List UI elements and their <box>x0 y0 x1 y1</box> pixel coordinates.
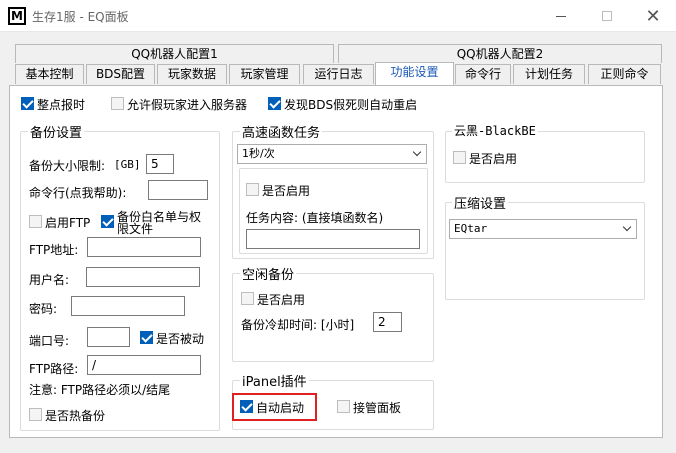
hourly-broadcast-checkbox[interactable] <box>21 97 34 110</box>
compression-title: 压缩设置 <box>452 193 509 212</box>
size-limit-input[interactable]: 5 <box>146 154 174 174</box>
compression-group <box>445 202 645 300</box>
chevron-down-icon <box>412 147 422 157</box>
fast-function-enable-checkbox[interactable] <box>246 183 259 196</box>
fast-function-enable-label: 是否启用 <box>262 184 311 198</box>
compression-dropdown[interactable]: EQtar <box>449 219 637 239</box>
size-unit-label: [GB] <box>114 158 141 171</box>
password-label: 密码: <box>29 302 58 316</box>
ftp-address-input[interactable] <box>87 237 201 257</box>
ipanel-auto-start-label: 自动启动 <box>256 401 305 415</box>
blackbe-enable-checkbox[interactable] <box>453 151 466 164</box>
command-line-help-label[interactable]: 命令行(点我帮助): <box>29 184 126 201</box>
backup-whitelist-label-2: 限文件 <box>117 222 154 236</box>
enable-ftp-label: 启用FTP <box>45 216 91 230</box>
ipanel-take-over-checkbox[interactable] <box>337 400 350 413</box>
task-content-input[interactable] <box>246 229 420 249</box>
backup-settings-title: 备份设置 <box>28 122 85 141</box>
compression-value: EQtar <box>454 222 488 235</box>
allow-fake-players-label: 允许假玩家进入服务器 <box>127 98 248 112</box>
ftp-path-note: 注意: FTP路径必须以/结尾 <box>29 383 171 397</box>
backup-whitelist-checkbox[interactable] <box>101 215 114 228</box>
idle-backup-enable-label: 是否启用 <box>257 293 306 307</box>
hot-backup-checkbox[interactable] <box>29 408 42 421</box>
port-input[interactable] <box>87 327 130 347</box>
auto-restart-label: 发现BDS假死则自动重启 <box>284 98 418 112</box>
enable-ftp-checkbox[interactable] <box>29 215 42 228</box>
auto-restart-checkbox[interactable] <box>268 97 281 110</box>
cooldown-label: 备份冷却时间: [小时] <box>241 318 355 332</box>
port-label: 端口号: <box>29 334 70 348</box>
command-line-input[interactable] <box>148 180 208 200</box>
idle-backup-title: 空闲备份 <box>240 264 297 283</box>
task-content-label: 任务内容: (直接填函数名) <box>246 211 384 225</box>
idle-backup-enable-checkbox[interactable] <box>241 292 254 305</box>
hot-backup-label: 是否热备份 <box>45 409 106 423</box>
hourly-broadcast-label: 整点报时 <box>37 98 86 112</box>
interval-dropdown[interactable]: 1秒/次 <box>237 144 427 164</box>
size-limit-label: 备份大小限制: <box>29 159 106 173</box>
blackbe-title: 云黑-BlackBE <box>452 122 538 139</box>
passive-mode-checkbox[interactable] <box>140 331 153 344</box>
ipanel-title: iPanel插件 <box>240 371 309 390</box>
ftp-path-label: FTP路径: <box>29 362 79 376</box>
ftp-path-input[interactable]: / <box>87 355 201 375</box>
ipanel-take-over-label: 接管面板 <box>353 401 402 415</box>
allow-fake-players-checkbox[interactable] <box>111 97 124 110</box>
username-input[interactable] <box>86 267 200 287</box>
interval-value: 1秒/次 <box>242 147 275 160</box>
username-label: 用户名: <box>29 273 70 287</box>
chevron-down-icon <box>622 222 632 232</box>
password-input[interactable] <box>71 296 185 316</box>
ipanel-auto-start-checkbox[interactable] <box>240 400 253 413</box>
ftp-address-label: FTP地址: <box>29 243 79 257</box>
passive-mode-label: 是否被动 <box>156 332 205 346</box>
cooldown-input[interactable]: 2 <box>373 312 402 332</box>
fast-function-title: 高速函数任务 <box>240 122 323 141</box>
blackbe-enable-label: 是否启用 <box>469 152 518 166</box>
